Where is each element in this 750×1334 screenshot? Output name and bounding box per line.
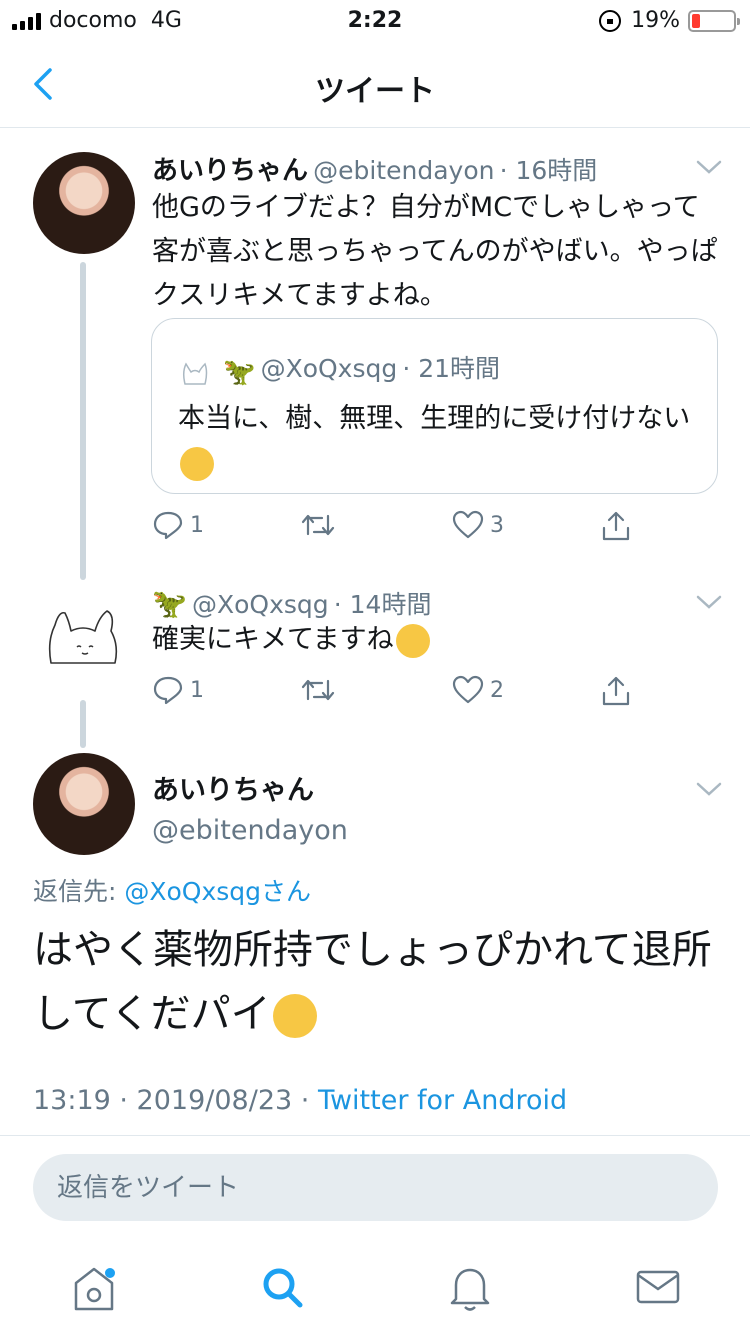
tweet-timestamp: 13:19 · 2019/08/23 · Twitter for Android xyxy=(33,1085,567,1116)
reply-target-link[interactable]: @XoQxsqgさん xyxy=(124,877,311,906)
status-bar: docomo 4G 2:22 19% xyxy=(0,0,750,42)
compose-bar xyxy=(0,1135,750,1235)
notification-dot xyxy=(105,1268,115,1278)
chevron-down-icon[interactable] xyxy=(695,593,723,611)
tweet-text: 他Gのライブだよ？自分がMCでしゃしゃって客が喜ぶと思っちゃってんのがやばい。や… xyxy=(152,192,718,311)
avatar[interactable] xyxy=(33,753,135,855)
retweet-button[interactable] xyxy=(300,510,342,540)
bunny-avatar-icon xyxy=(182,361,208,385)
main-tweet-header: あいりちゃん @ebitendayon xyxy=(152,768,348,846)
bunny-avatar[interactable] xyxy=(45,605,121,669)
retweet-icon xyxy=(301,679,335,701)
thread-line xyxy=(80,262,86,580)
rotation-lock-icon xyxy=(599,9,622,32)
tweet-time: · 14時間 xyxy=(333,590,432,619)
main-tweet-text-content: はやく薬物所持でしょっぴかれて退所してくだパイ xyxy=(33,927,712,1037)
tweet-actions: 1 2 xyxy=(152,675,642,715)
reply-icon xyxy=(153,511,183,540)
tweet-time: · 16時間 xyxy=(499,156,598,185)
dinosaur-emoji-icon: 🦖 xyxy=(223,357,256,388)
like-count: 3 xyxy=(490,512,504,538)
smiling-face-emoji-icon xyxy=(180,446,214,481)
retweet-button[interactable] xyxy=(300,675,342,705)
tweet-header: あいりちゃん @ebitendayon · 16時間 xyxy=(152,150,597,187)
battery-percent: 19% xyxy=(631,8,680,33)
dinosaur-emoji-icon: 🦖 xyxy=(152,587,187,620)
tweet-text: 確実にキメてますね xyxy=(152,618,712,662)
main-tweet-text: はやく薬物所持でしょっぴかれて退所してくだパイ xyxy=(33,918,723,1046)
quote-text-content: 本当に、樹、無理、生理的に受け付けない xyxy=(178,403,691,434)
like-button[interactable]: 3 xyxy=(452,510,504,540)
chevron-down-icon[interactable] xyxy=(695,158,723,176)
battery-icon xyxy=(688,9,740,32)
heart-icon xyxy=(452,675,484,704)
reply-button[interactable]: 1 xyxy=(152,510,204,540)
share-button[interactable] xyxy=(600,510,632,542)
quote-time: · 21時間 xyxy=(402,354,501,383)
reply-context: 返信先: @XoQxsqgさん xyxy=(33,872,311,908)
display-name[interactable]: あいりちゃん xyxy=(152,768,348,807)
handle[interactable]: @ebitendayon xyxy=(313,156,494,185)
display-name[interactable]: あいりちゃん xyxy=(152,156,308,186)
star-struck-emoji-icon xyxy=(272,994,317,1038)
reply-input[interactable] xyxy=(33,1154,718,1221)
avatar[interactable] xyxy=(33,152,135,254)
timestamp-text: 13:19 · 2019/08/23 · xyxy=(33,1085,318,1116)
notifications-icon[interactable] xyxy=(440,1257,500,1317)
handle[interactable]: @XoQxsqg xyxy=(192,590,329,619)
reply-count: 1 xyxy=(190,677,204,703)
share-button[interactable] xyxy=(600,675,632,707)
reply-label: 返信先: xyxy=(33,877,125,906)
reply-button[interactable]: 1 xyxy=(152,675,204,705)
tweet-text-content: 確実にキメてますね xyxy=(152,624,394,655)
chevron-down-icon[interactable] xyxy=(695,780,723,798)
source-link[interactable]: Twitter for Android xyxy=(318,1085,567,1116)
quote-text: 本当に、樹、無理、生理的に受け付けない xyxy=(178,397,698,485)
reply-count: 1 xyxy=(190,512,204,538)
pleading-face-emoji-icon xyxy=(395,623,430,658)
retweet-icon xyxy=(301,514,335,536)
share-icon xyxy=(602,676,630,706)
quoted-tweet[interactable]: 🦖 @XoQxsqg · 21時間 本当に、樹、無理、生理的に受け付けない xyxy=(151,318,718,494)
handle[interactable]: @ebitendayon xyxy=(152,815,348,846)
tweet-actions: 1 3 xyxy=(152,510,642,550)
tab-bar xyxy=(0,1245,750,1334)
thread-line xyxy=(80,700,86,748)
like-count: 2 xyxy=(490,677,504,703)
messages-icon[interactable] xyxy=(628,1257,688,1317)
heart-icon xyxy=(452,510,484,539)
quote-header: 🦖 @XoQxsqg · 21時間 xyxy=(180,349,500,388)
search-icon[interactable] xyxy=(252,1257,312,1317)
home-icon[interactable] xyxy=(64,1257,124,1317)
share-icon xyxy=(602,511,630,541)
tweet-header: 🦖 @XoQxsqg · 14時間 xyxy=(152,585,431,621)
page-title: ツイート xyxy=(315,74,435,109)
like-button[interactable]: 2 xyxy=(452,675,504,705)
reply-icon xyxy=(153,676,183,705)
nav-bar: ツイート xyxy=(0,42,750,128)
quote-handle[interactable]: @XoQxsqg xyxy=(261,354,398,383)
